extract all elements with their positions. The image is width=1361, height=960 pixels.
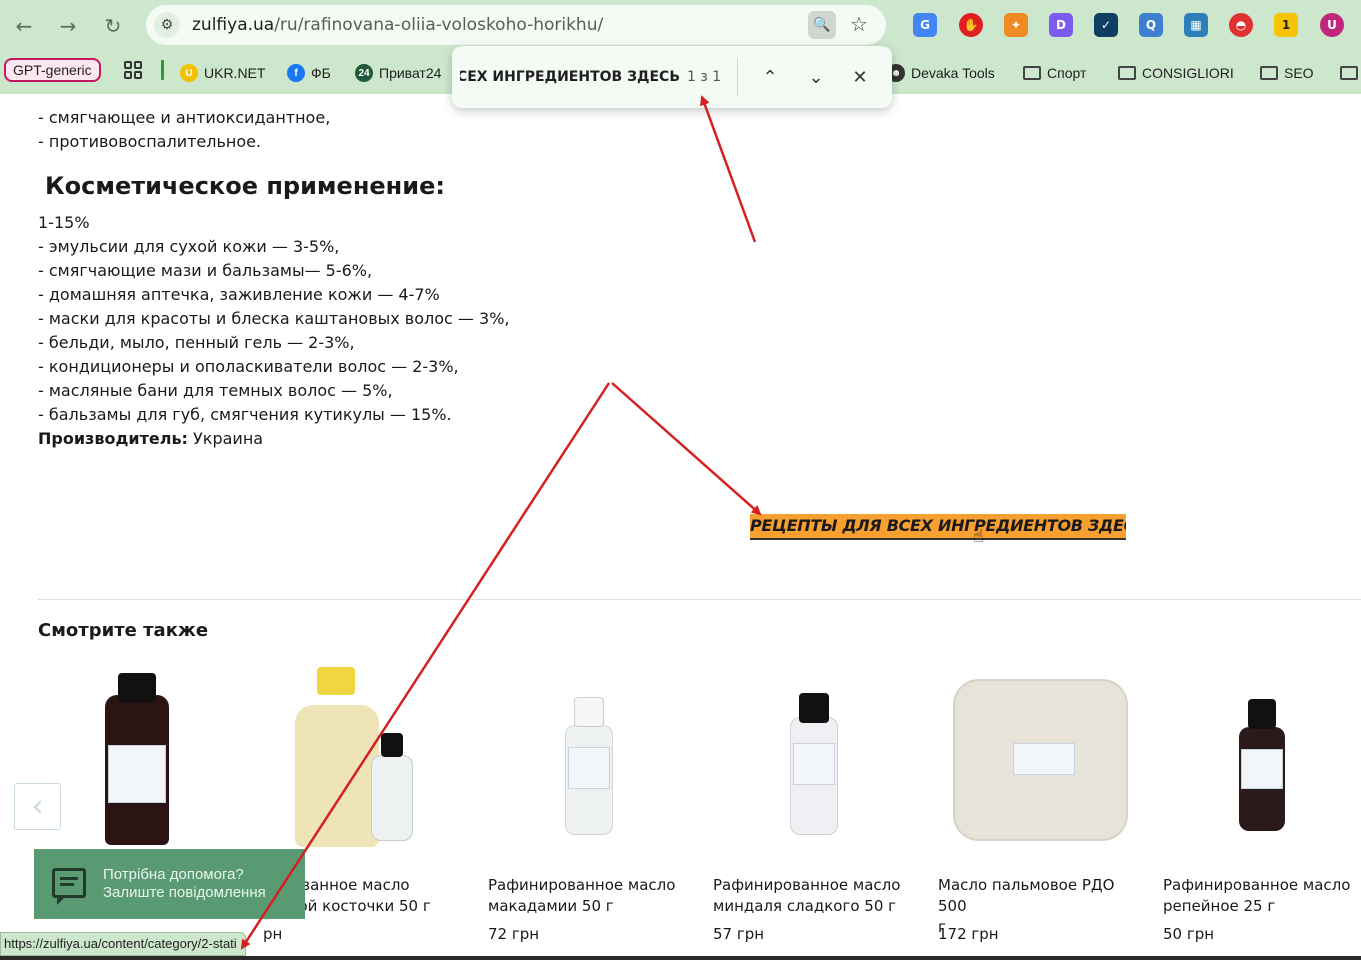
product-image[interactable] xyxy=(488,665,698,855)
product-name[interactable]: Рафинированное масло репейное 25 г xyxy=(1163,875,1361,917)
chart-extension-icon[interactable]: ▦ xyxy=(1184,13,1208,37)
product-image[interactable] xyxy=(38,665,248,855)
d-extension-icon[interactable]: D xyxy=(1049,13,1073,37)
extension-badge-count: 1 xyxy=(1281,18,1291,32)
facebook-icon: f xyxy=(287,64,305,82)
footer-strip xyxy=(0,956,1361,960)
bookmark-folder-sport[interactable]: Спорт xyxy=(1023,62,1086,84)
bookmark-ukrnet[interactable]: U UKR.NET xyxy=(180,62,265,84)
see-also-heading: Смотрите также xyxy=(38,620,209,641)
product-name[interactable]: Рафинированное масло макадамии 50 г xyxy=(488,875,688,917)
cosmetic-line: - бельди, мыло, пенный гель — 2-3%, xyxy=(38,333,355,352)
bookmark-folder-more[interactable] xyxy=(1340,62,1358,84)
annotation-arrow xyxy=(611,382,762,516)
url-host: zulfiya.ua xyxy=(192,15,275,35)
find-divider xyxy=(737,58,738,96)
ublock-extension-icon[interactable]: U xyxy=(1320,13,1344,37)
bookmark-fb[interactable]: f ФБ xyxy=(287,62,331,84)
section-divider xyxy=(38,599,1361,600)
property-line: - смягчающее и антиоксидантное, xyxy=(38,108,331,127)
site-settings-icon[interactable]: ⚙ xyxy=(154,12,180,38)
product-card[interactable]: Рафинированное масло миндаля сладкого 50 … xyxy=(713,665,923,943)
cosmetic-line: - домашняя аптечка, заживление кожи — 4-… xyxy=(38,285,440,304)
cosmetic-line: - бальзамы для губ, смягчения кутикулы —… xyxy=(38,405,452,424)
producer-value: Украина xyxy=(187,429,264,448)
folder-icon xyxy=(1340,66,1358,80)
help-line-2: Залиште повідомлення xyxy=(103,884,266,901)
pokeball-extension-icon[interactable]: ◓ xyxy=(1229,13,1253,37)
cosmetic-line: - маски для красоты и блеска каштановых … xyxy=(38,309,510,328)
product-price: 57 грн xyxy=(713,925,765,943)
product-price: 172 грн xyxy=(938,925,999,943)
bookmark-separator xyxy=(161,60,164,80)
property-line: - противовоспалительное. xyxy=(38,132,262,151)
address-url[interactable]: zulfiya.ua/ru/rafinovana-oliia-voloskoho… xyxy=(192,15,603,35)
folder-icon xyxy=(1260,66,1278,80)
forward-icon[interactable]: → xyxy=(52,10,84,42)
find-bar: РЕЦЕПТЫ ДЛЯ ВСЕХ ИНГРЕДИЕНТОВ ЗДЕСЬ 1 з … xyxy=(452,46,892,108)
producer-line: Производитель: Украина xyxy=(38,427,263,451)
check-extension-icon[interactable]: ✓ xyxy=(1094,13,1118,37)
status-bar-url: https://zulfiya.ua/content/category/2-st… xyxy=(0,932,246,956)
ukrnet-icon: U xyxy=(180,64,198,82)
product-card[interactable]: Рафинированное масло репейное 25 г 50 грн xyxy=(1163,665,1361,943)
leaf-extension-icon[interactable]: ✦ xyxy=(1004,13,1028,37)
recipes-link[interactable]: РЕЦЕПТЫ ДЛЯ ВСЕХ ИНГРЕДИЕНТОВ ЗДЕСЬ xyxy=(750,514,1126,540)
product-image[interactable] xyxy=(938,665,1148,855)
product-image[interactable] xyxy=(713,665,923,855)
bookmark-gpt-generic[interactable]: GPT-generic xyxy=(4,58,101,82)
cosmetic-use-list: 1-15% - эмульсии для сухой кожи — 3-5%, … xyxy=(38,211,509,427)
product-card[interactable]: Масло пальмовое РДО 500 г 172 грн xyxy=(938,665,1148,943)
carousel-prev-button[interactable]: ‹ xyxy=(14,783,61,830)
product-price: рн xyxy=(263,925,283,943)
folder-icon xyxy=(1118,66,1136,80)
product-price: 50 грн xyxy=(1163,925,1215,943)
find-match-count: 1 з 1 xyxy=(687,69,722,85)
product-card[interactable] xyxy=(38,665,248,855)
cosmetic-line: - смягчающие мази и бальзамы— 5-6%, xyxy=(38,261,373,280)
adblock-extension-icon[interactable]: ✋ xyxy=(959,13,983,37)
privat24-icon: 24 xyxy=(355,64,373,82)
find-next-icon[interactable]: ⌄ xyxy=(804,65,828,89)
lens-icon[interactable]: 🔍 xyxy=(808,11,836,39)
cosmetic-line: - кондиционеры и ополаскиватели волос — … xyxy=(38,357,459,376)
product-card[interactable]: Рафинированное масло макадамии 50 г 72 гр… xyxy=(488,665,698,943)
cosmetic-line: - эмульсии для сухой кожи — 3-5%, xyxy=(38,237,340,256)
help-line-1: Потрібна допомога? xyxy=(103,866,244,883)
find-query-input[interactable]: РЕЦЕПТЫ ДЛЯ ВСЕХ ИНГРЕДИЕНТОВ ЗДЕСЬ xyxy=(460,69,680,85)
translate-extension-icon[interactable]: G xyxy=(913,13,937,37)
bookmark-folder-consiglieri[interactable]: CONSIGLIORI xyxy=(1118,62,1234,84)
browser-toolbar: ← → ↻ ⚙ zulfiya.ua/ru/rafinovana-oliia-v… xyxy=(0,0,1361,52)
find-prev-icon[interactable]: ⌃ xyxy=(758,65,782,89)
reload-icon[interactable]: ↻ xyxy=(97,10,129,42)
cosmetic-use-heading: Косметическое применение: xyxy=(45,172,445,200)
product-price: 72 грн xyxy=(488,925,540,943)
bookmark-star-icon[interactable]: ☆ xyxy=(850,12,868,36)
chat-icon xyxy=(52,868,86,905)
bookmark-privat24[interactable]: 24 Приват24 xyxy=(355,62,441,84)
find-close-icon[interactable]: ✕ xyxy=(848,65,872,89)
help-chat-widget[interactable]: Потрібна допомога? Залиште повідомлення xyxy=(34,849,305,919)
properties-list: - смягчающее и антиоксидантное, - против… xyxy=(38,106,330,154)
badge-extension-icon[interactable]: 1 xyxy=(1274,13,1298,37)
address-bar[interactable]: ⚙ zulfiya.ua/ru/rafinovana-oliia-volosko… xyxy=(146,5,886,45)
annotation-arrow xyxy=(700,95,757,243)
cosmetic-line: - масляные бани для темных волос — 5%, xyxy=(38,381,393,400)
hand-cursor-icon: ☝ xyxy=(973,526,984,547)
product-image[interactable] xyxy=(263,665,473,855)
bookmark-devaka[interactable]: ☻ Devaka Tools xyxy=(887,62,995,84)
product-image[interactable] xyxy=(1163,665,1361,855)
bookmark-folder-seo[interactable]: SEO xyxy=(1260,62,1314,84)
product-card[interactable]: нированное масло осовой косточки 50 г рн xyxy=(263,665,473,943)
back-icon[interactable]: ← xyxy=(8,10,40,42)
cosmetic-line: 1-15% xyxy=(38,213,90,232)
product-name[interactable]: Рафинированное масло миндаля сладкого 50 … xyxy=(713,875,913,917)
folder-icon xyxy=(1023,66,1041,80)
search-extension-icon[interactable]: Q xyxy=(1139,13,1163,37)
producer-label: Производитель: xyxy=(38,429,188,448)
url-path: /ru/rafinovana-oliia-voloskoho-horikhu/ xyxy=(274,15,604,35)
apps-grid-icon[interactable] xyxy=(124,61,142,79)
